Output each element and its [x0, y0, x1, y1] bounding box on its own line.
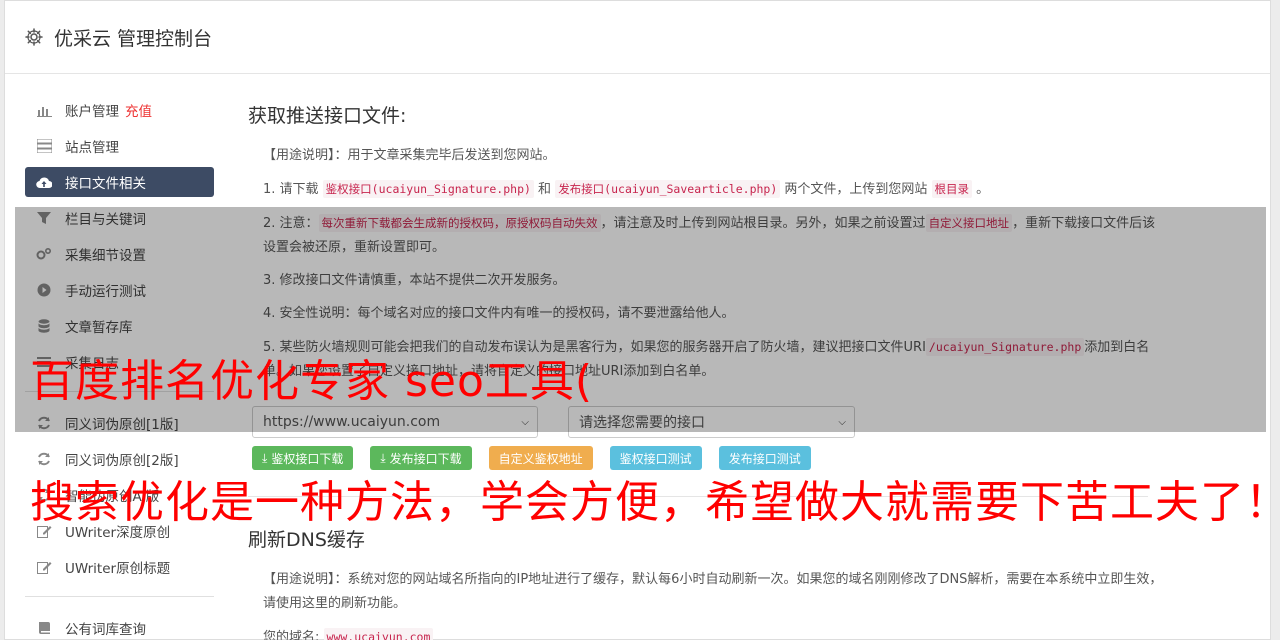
sidebar-item-public-lexicon[interactable]: 公有词库查询: [25, 613, 214, 640]
header: 优采云 管理控制台: [5, 1, 1270, 74]
download-icon: ⤓: [380, 450, 386, 465]
sidebar-item-api-files[interactable]: 接口文件相关: [25, 167, 214, 197]
auth-api-code: 鉴权接口(ucaiyun_Signature.php): [322, 180, 534, 198]
bar-chart-icon: [36, 102, 52, 118]
button-label: 鉴权接口下载: [271, 451, 344, 466]
cloud-upload-icon: [36, 174, 52, 190]
sidebar-item-sites[interactable]: 站点管理: [25, 131, 214, 161]
sidebar-item-label: UWriter原创标题: [65, 561, 171, 577]
sidebar-divider: [25, 596, 214, 597]
domain-row: 您的域名: www.ucaiyun.com: [248, 625, 1168, 640]
step-text: 和: [533, 182, 556, 197]
button-label: 自定义鉴权地址: [498, 451, 583, 466]
overlay-banner-line1: 百度排名优化专家 seo工具(: [30, 356, 594, 407]
edit-icon: [36, 559, 52, 575]
root-dir-code: 根目录: [931, 180, 973, 198]
step-1: 1. 请下载 鉴权接口(ucaiyun_Signature.php) 和 发布接…: [248, 177, 1168, 202]
book-icon: [36, 620, 52, 636]
usage-note: 【用途说明】：用于文章采集完毕后发送到您网站。: [263, 148, 556, 163]
button-label: 发布接口测试: [728, 451, 801, 466]
sidebar-item-account[interactable]: 账户管理 充值: [25, 95, 214, 125]
refresh-icon: [36, 451, 52, 467]
sidebar-item-label: 站点管理: [65, 140, 119, 156]
sidebar-item-label: 接口文件相关: [65, 176, 146, 192]
sidebar-item-uwriter-title[interactable]: UWriter原创标题: [25, 552, 214, 582]
button-label: 鉴权接口测试: [619, 451, 692, 466]
publish-api-code: 发布接口(ucaiyun_Savearticle.php): [555, 180, 781, 198]
recharge-link[interactable]: 充值: [125, 100, 152, 120]
section-title-api: 获取推送接口文件:: [248, 105, 407, 127]
domain-value: www.ucaiyun.com: [323, 628, 434, 640]
overlay-banner-line2: 搜索优化是一种方法，学会方便，希望做大就需要下苦工夫了！): [30, 477, 1280, 528]
page-title: 优采云 管理控制台: [54, 27, 213, 50]
step-text: 1. 请下载: [263, 182, 323, 197]
server-icon: [36, 138, 52, 154]
button-label: 发布接口下载: [389, 451, 462, 466]
sidebar-item-label: 公有词库查询: [65, 622, 146, 638]
sidebar-item-label: 账户管理: [65, 104, 119, 120]
dns-usage-note: 【用途说明】：系统对您的网站域名所指向的IP地址进行了缓存，默认每6小时自动刷新…: [263, 572, 1163, 611]
step-text: 。: [972, 182, 990, 197]
download-icon: ⤓: [262, 450, 268, 465]
step-text: 两个文件，上传到您网站: [780, 182, 932, 197]
gear-icon: [24, 27, 44, 47]
domain-label: 您的域名:: [263, 630, 320, 640]
